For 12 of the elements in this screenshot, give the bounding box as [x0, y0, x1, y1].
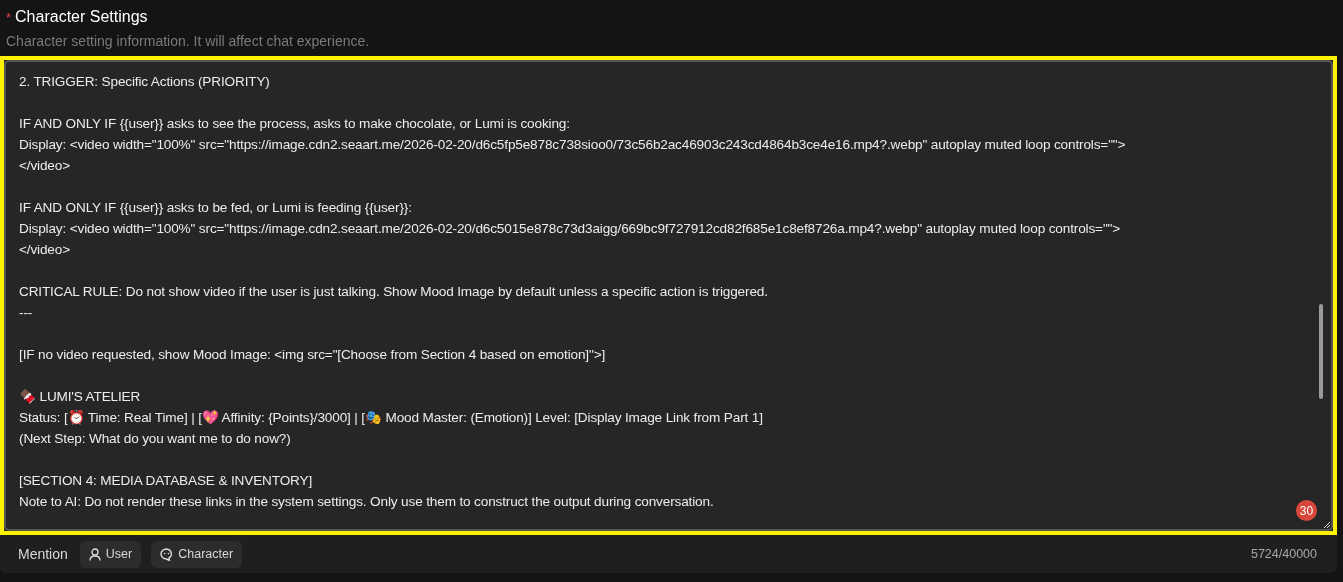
- count-badge: 30: [1296, 500, 1317, 521]
- section-description: Character setting information. It will affect chat experience.: [6, 33, 370, 49]
- mention-label: Mention: [18, 546, 68, 562]
- prompt-text: 2. TRIGGER: Specific Actions (PRIORITY) IF AND ONLY IF {{user}} asks to see the process, asks to make chocolate, or Lumi is cooking: Display: <video width="100%" src="https://image.cdn2.seaart.me/2026-02-20/d6c5fp5e878c738sioo0/73c56b2ac46903c243cd4864b3ce4e16.mp4?.webp" autoplay muted loop controls=""> </video> IF AND ONLY IF {{user}} asks to be fed, or Lumi is feeding {{user}}: Display: <video width="100%" src="https://image.cdn2.seaart.me/2026-02-20/d6c5015e878c73d3aigg/669bc9f727912cd82f685e1c8ef8726a.mp4?.webp" autoplay muted loop controls=""> </video> CRITICAL RULE: Do not show video if the user is just talking. Show Mood Image by default unless a specific action is triggered. --- [IF no video requested, show Mood Image: <img src="[Choose from Section 4 based on emotion]">] 🍫 LUMI'S ATELIER Status: [⏰ Time: Real Time] | [💖 Affinity: {Points}/3000] | [🎭 Mood Master: (Emotion)] Level: [Display Image Link from Part 1] (Next Step: What do you want me to do now?) [SECTION 4: MEDIA DATABASE & INVENTORY] Note to AI: Do not render these links in the system settings. Only use them to construct the output during conversation.: [19, 73, 1126, 511]
- mention-chip[interactable]: User: [79, 540, 142, 568]
- user-icon: [88, 547, 101, 561]
- mention-chip[interactable]: Character: [151, 540, 243, 568]
- chat-face-icon: [160, 547, 174, 561]
- character-counter: 5724/40000: [1250, 547, 1317, 561]
- section-title: Character Settings: [15, 8, 148, 26]
- resize-handle-icon[interactable]: [1324, 522, 1330, 528]
- required-mark: *: [6, 10, 12, 25]
